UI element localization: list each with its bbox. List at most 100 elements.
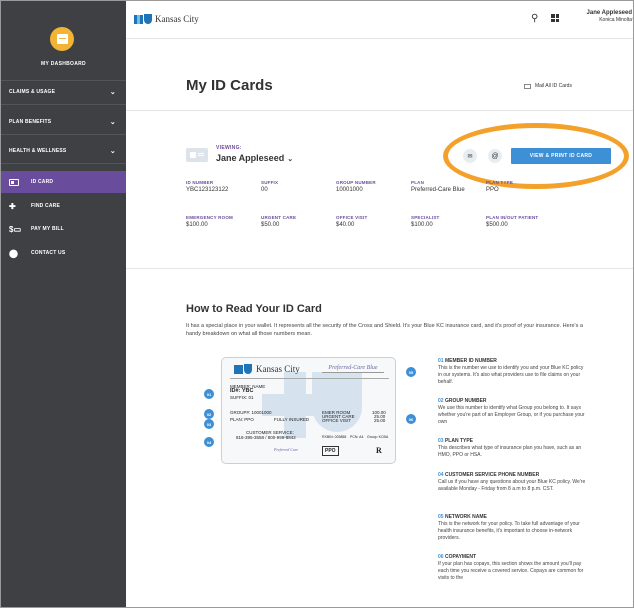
card-plan-name: Preferred-Care Blue bbox=[322, 365, 384, 373]
dashboard-icon[interactable] bbox=[50, 27, 74, 51]
divider bbox=[1, 104, 126, 105]
sidebar-accordion-plan-benefits[interactable]: PLAN BENEFITS ⌄ bbox=[1, 111, 126, 133]
brand-name: Kansas City bbox=[155, 14, 199, 24]
mail-card-button[interactable]: ✉ bbox=[463, 149, 477, 163]
legend-desc: We use this number to identify what Grou… bbox=[438, 405, 585, 425]
legend-heading: GROUP NUMBER bbox=[444, 398, 487, 404]
divider bbox=[1, 134, 126, 135]
field-value: $50.00 bbox=[261, 222, 280, 228]
field-urgent-care: URGENT CARE $50.00 bbox=[261, 215, 336, 228]
at-sign-icon: @ bbox=[491, 152, 499, 160]
legend-heading: CUSTOMER SERVICE PHONE NUMBER bbox=[444, 472, 540, 478]
field-emergency-room: EMERGENCY ROOM $100.00 bbox=[186, 215, 261, 228]
apps-grid-icon[interactable] bbox=[551, 14, 559, 22]
legend-desc: This describes what type of insurance pl… bbox=[438, 445, 582, 458]
field-label: PLAN IN/OUT PATIENT bbox=[486, 215, 539, 220]
divider bbox=[230, 378, 389, 379]
field-value: $100.00 bbox=[411, 222, 433, 228]
envelope-icon: ✉ bbox=[467, 153, 473, 160]
sidebar-item-label: PAY MY BILL bbox=[31, 226, 64, 232]
field-label: PLAN bbox=[411, 180, 425, 185]
sidebar-item-find-care[interactable]: ✚ FIND CARE bbox=[1, 195, 126, 217]
card-cs-phone: 816-395-3558 / 800-999-8842 bbox=[236, 435, 296, 440]
brand-logo[interactable]: Kansas City bbox=[134, 14, 199, 24]
field-plan: PLAN Preferred-Care Blue bbox=[411, 180, 486, 193]
field-id-number: ID NUMBER YBC123123122 bbox=[186, 180, 261, 193]
field-office-visit: OFFICE VISIT $40.00 bbox=[336, 215, 411, 228]
card-network-logo: Preferred Care bbox=[274, 447, 299, 452]
member-name: Jane Appleseed bbox=[216, 153, 285, 163]
callout-badge: 01 bbox=[204, 389, 214, 399]
legend-number: 05 bbox=[438, 514, 444, 520]
card-plan-line: PLAN: PPO bbox=[230, 417, 254, 422]
sidebar: MY DASHBOARD CLAIMS & USAGE ⌄ PLAN BENEF… bbox=[1, 1, 126, 607]
id-card-icon bbox=[9, 178, 19, 186]
dollar-card-icon: $▭ bbox=[9, 224, 22, 234]
chevron-down-icon: ⌄ bbox=[109, 148, 116, 155]
search-icon[interactable]: ⚲ bbox=[531, 13, 538, 24]
member-selector[interactable]: Jane Appleseed ⌄ bbox=[216, 153, 293, 163]
legend-title: 02 GROUP NUMBER bbox=[438, 398, 588, 404]
card-pcn: PCN: A4 bbox=[350, 435, 364, 439]
divider bbox=[1, 163, 126, 164]
callout-badge: 03 bbox=[204, 419, 214, 429]
sidebar-item-pay-bill[interactable]: $▭ PAY MY BILL bbox=[1, 218, 126, 240]
field-value: PPO bbox=[486, 187, 499, 193]
field-label: SUFFIX bbox=[261, 180, 279, 185]
card-brand-name: Kansas City bbox=[256, 364, 300, 374]
section-intro: It has a special place in your wallet. I… bbox=[186, 323, 583, 337]
card-ov-value: 25.00 bbox=[374, 418, 386, 423]
legend-number: 01 bbox=[438, 358, 444, 364]
user-menu[interactable]: Jane Appleseed Konica Minolta bbox=[572, 10, 632, 23]
sidebar-item-label: HEALTH & WELLNESS bbox=[9, 148, 67, 154]
legend-item: 04 CUSTOMER SERVICE PHONE NUMBER Call us… bbox=[438, 472, 588, 493]
sample-id-card: Kansas City Preferred-Care Blue MEMBER: … bbox=[221, 357, 396, 464]
view-print-id-card-button[interactable]: VIEW & PRINT ID CARD bbox=[511, 148, 611, 164]
legend-number: 04 bbox=[438, 472, 444, 478]
field-label: ID NUMBER bbox=[186, 180, 214, 185]
callout-badge: 04 bbox=[204, 437, 214, 447]
field-label: PLAN TYPE bbox=[486, 180, 514, 185]
card-rxbin: RXBIN: 003858 bbox=[322, 435, 347, 439]
card-suffix: SUFFIX: 01 bbox=[230, 395, 254, 400]
sidebar-item-id-card[interactable]: ID CARD bbox=[1, 171, 126, 193]
card-id: ID#: YBC bbox=[230, 388, 254, 394]
field-label: OFFICE VISIT bbox=[336, 215, 368, 220]
user-name: Jane Appleseed bbox=[586, 10, 632, 16]
card-ov-label: OFFICE VISIT bbox=[322, 418, 352, 423]
field-plan-in-out-patient: PLAN IN/OUT PATIENT $500.00 bbox=[486, 215, 561, 228]
mail-all-label: Mail All ID Cards bbox=[535, 83, 572, 89]
blue-shield-icon bbox=[144, 14, 152, 24]
sidebar-item-label: ID CARD bbox=[31, 179, 54, 185]
field-group-number: GROUP NUMBER 10001000 bbox=[336, 180, 411, 193]
legend-heading: NETWORK NAME bbox=[444, 514, 487, 520]
sidebar-item-contact-us[interactable]: ⬤ CONTACT US bbox=[1, 242, 126, 264]
field-plan-type: PLAN TYPE PPO bbox=[486, 180, 561, 193]
mail-all-id-cards-link[interactable]: Mail All ID Cards bbox=[524, 83, 572, 89]
location-pin-icon: ⬤ bbox=[9, 248, 19, 258]
legend-item: 05 NETWORK NAME This is the network for … bbox=[438, 514, 588, 542]
callout-badge: 06 bbox=[406, 414, 416, 424]
field-value: $500.00 bbox=[486, 222, 508, 228]
user-org: Konica Minolta bbox=[599, 17, 632, 23]
dashboard-link[interactable]: MY DASHBOARD bbox=[1, 61, 126, 67]
blue-cross-icon bbox=[134, 14, 143, 24]
chevron-down-icon: ⌄ bbox=[109, 89, 116, 96]
sidebar-item-label: FIND CARE bbox=[31, 203, 61, 209]
field-value: $40.00 bbox=[336, 222, 355, 228]
sidebar-item-label: PLAN BENEFITS bbox=[9, 119, 52, 125]
field-value: YBC123123122 bbox=[186, 187, 229, 193]
legend-title: 04 CUSTOMER SERVICE PHONE NUMBER bbox=[438, 472, 588, 478]
sidebar-accordion-claims[interactable]: CLAIMS & USAGE ⌄ bbox=[1, 81, 126, 103]
id-card-summary: VIEWING: Jane Appleseed ⌄ ✉ @ VIEW & PRIN… bbox=[126, 111, 633, 269]
chevron-down-icon: ⌄ bbox=[287, 156, 294, 163]
top-bar: Kansas City ⚲ Jane Appleseed Konica Mino… bbox=[126, 1, 633, 39]
app-window: MY DASHBOARD CLAIMS & USAGE ⌄ PLAN BENEF… bbox=[0, 0, 634, 608]
sidebar-accordion-health-wellness[interactable]: HEALTH & WELLNESS ⌄ bbox=[1, 140, 126, 162]
email-card-button[interactable]: @ bbox=[488, 149, 502, 163]
plus-icon: ✚ bbox=[9, 201, 16, 211]
card-group-code: Group: KCBA bbox=[367, 435, 389, 439]
legend-title: 03 PLAN TYPE bbox=[438, 438, 588, 444]
card-rx-mark: R bbox=[376, 446, 382, 455]
card-group: GROUP#: 10001000 bbox=[230, 410, 272, 415]
